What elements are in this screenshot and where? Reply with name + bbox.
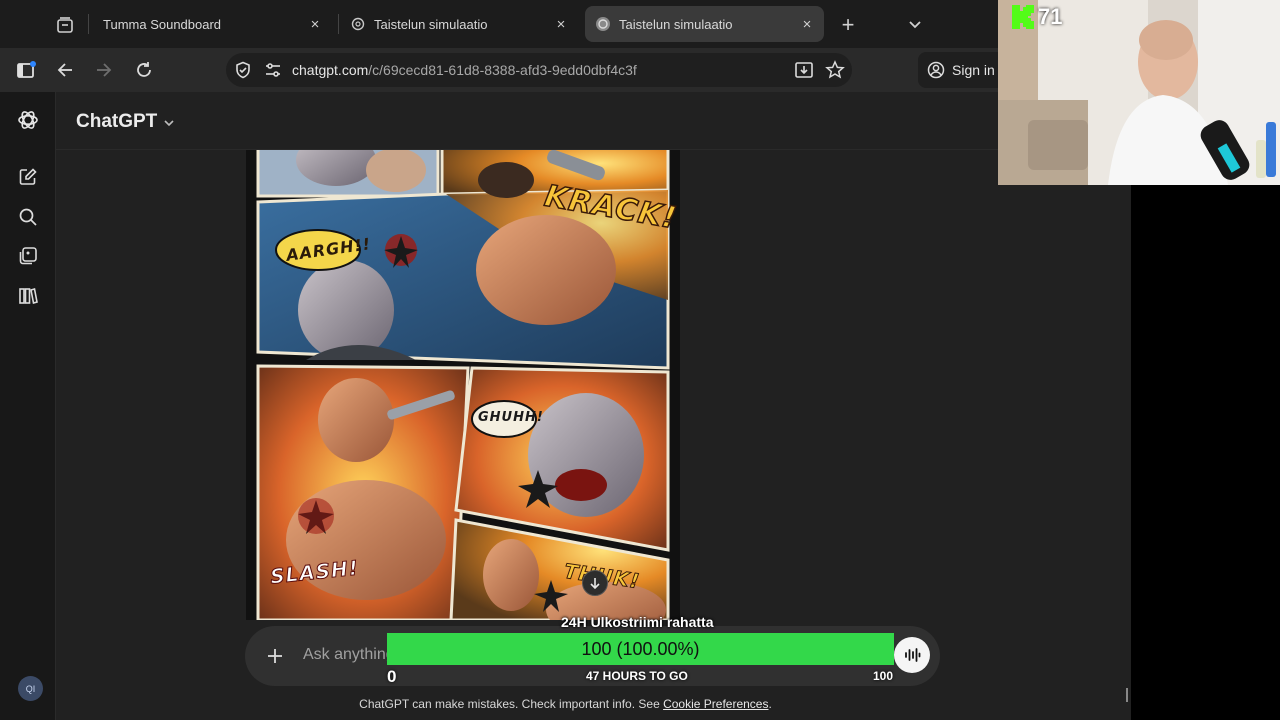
library-button[interactable] xyxy=(16,284,40,308)
address-bar[interactable]: chatgpt.com/c/69cecd81-61d8-8388-afd3-9e… xyxy=(226,53,852,87)
scroll-to-bottom-button[interactable] xyxy=(582,570,608,596)
back-button[interactable] xyxy=(51,56,79,84)
profile-icon xyxy=(927,61,945,79)
model-picker[interactable]: ChatGPT xyxy=(76,111,175,133)
url-path: /c/69cecd81-61d8-8388-afd3-9edd0dbf4c3f xyxy=(368,62,637,78)
new-tab-button[interactable]: + xyxy=(835,12,861,38)
back-arrow-icon xyxy=(57,63,72,77)
goal-progress-text: 100 (100.00%) xyxy=(581,638,700,659)
new-chat-icon xyxy=(19,168,37,185)
attach-plus-icon[interactable] xyxy=(263,644,287,668)
site-settings-icon[interactable] xyxy=(264,62,282,83)
sign-in-label: Sign in xyxy=(952,62,995,78)
goal-title: 24H Ulkostriimi rahatta xyxy=(561,614,714,630)
goal-min-label: 0 xyxy=(387,667,397,686)
new-chat-button[interactable] xyxy=(16,165,40,189)
tab-close-icon[interactable]: × xyxy=(552,15,570,33)
generated-comic-image[interactable]: KRACK! AARGH!! GHUHH! SLASH! THUK! xyxy=(246,150,680,620)
install-app-icon[interactable] xyxy=(794,60,814,85)
sidebar: QI xyxy=(0,92,56,720)
tab-taistelun-simulaatio-2[interactable]: Taistelun simulaatio × xyxy=(585,6,824,42)
openai-favicon-icon xyxy=(350,16,366,32)
tab-separator xyxy=(338,14,339,34)
scrollbar-thumb[interactable] xyxy=(1126,688,1128,702)
tab-title: Taistelun simulaatio xyxy=(374,16,488,32)
disclaimer: ChatGPT can make mistakes. Check importa… xyxy=(0,697,1131,711)
library-icon xyxy=(19,287,38,305)
tab-separator xyxy=(88,14,89,34)
tab-actions-icon xyxy=(57,17,73,33)
voice-mode-button[interactable] xyxy=(894,637,930,673)
reload-icon xyxy=(137,62,151,77)
chevron-down-icon xyxy=(909,21,921,29)
browser-toolbar: chatgpt.com/c/69cecd81-61d8-8388-afd3-9e… xyxy=(0,48,998,92)
sidebar-toggle-button[interactable] xyxy=(12,56,40,84)
openai-logo-button[interactable] xyxy=(16,108,40,132)
images-button[interactable] xyxy=(16,244,40,268)
browser-tab-bar: Tumma Soundboard × Taistelun simulaatio … xyxy=(0,0,998,48)
tab-close-icon[interactable]: × xyxy=(306,15,324,33)
screen: Tumma Soundboard × Taistelun simulaatio … xyxy=(0,0,1280,720)
tab-tumma-soundboard[interactable]: Tumma Soundboard × xyxy=(92,6,332,42)
reload-button[interactable] xyxy=(130,56,158,84)
goal-time-remaining: 47 HOURS TO GO xyxy=(586,669,688,683)
model-name: ChatGPT xyxy=(76,111,158,132)
sfx-ghuhh: GHUHH! xyxy=(478,410,544,425)
tab-title: Tumma Soundboard xyxy=(103,16,222,32)
url-text[interactable]: chatgpt.com/c/69cecd81-61d8-8388-afd3-9e… xyxy=(292,62,637,78)
tab-title: Taistelun simulaatio xyxy=(619,16,733,32)
goal-max-label: 100 xyxy=(873,669,894,683)
url-host: chatgpt.com xyxy=(292,62,369,78)
goal-progress-bar: 100 (100.00%) xyxy=(387,633,894,665)
cookie-preferences-link[interactable]: Cookie Preferences xyxy=(663,697,768,711)
tab-actions-button[interactable] xyxy=(44,12,86,38)
tab-taistelun-simulaatio-1[interactable]: Taistelun simulaatio × xyxy=(340,6,578,42)
bookmark-star-icon[interactable] xyxy=(825,60,845,85)
tab-list-button[interactable] xyxy=(902,12,928,38)
shield-icon[interactable] xyxy=(234,61,252,84)
prompt-input[interactable]: Ask anything xyxy=(303,646,387,664)
disclaimer-text: ChatGPT can make mistakes. Check importa… xyxy=(359,697,664,711)
openai-logo-icon xyxy=(18,111,38,129)
viewer-count: 71 xyxy=(1038,4,1063,29)
search-icon xyxy=(19,208,37,226)
tab-close-icon[interactable]: × xyxy=(798,15,816,33)
viewer-counter: 71 xyxy=(1012,4,1062,30)
disclaimer-end: . xyxy=(768,697,772,711)
forward-button[interactable] xyxy=(90,56,118,84)
kick-logo-icon xyxy=(1012,5,1034,29)
voice-waveform-icon xyxy=(905,648,921,662)
chevron-down-icon xyxy=(164,120,174,127)
search-chats-button[interactable] xyxy=(16,205,40,229)
openai-favicon-icon xyxy=(595,16,611,32)
images-icon xyxy=(19,247,37,265)
sidebar-toggle-icon xyxy=(17,61,36,78)
sign-in-button[interactable]: Sign in xyxy=(918,52,998,88)
arrow-down-icon xyxy=(590,578,600,590)
forward-arrow-icon xyxy=(97,63,112,77)
